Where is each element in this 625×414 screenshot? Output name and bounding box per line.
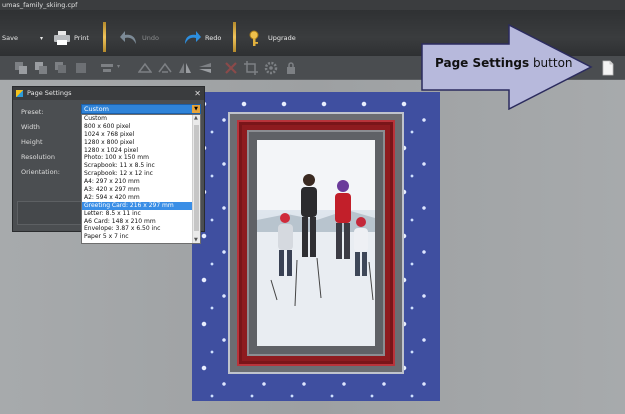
- flip-vertical-icon[interactable]: [198, 61, 212, 75]
- toolbar-separator: [233, 22, 236, 52]
- upgrade-button[interactable]: Upgrade: [248, 28, 296, 48]
- preset-option[interactable]: 800 x 600 pixel: [82, 123, 194, 131]
- photo-frame[interactable]: [228, 112, 404, 374]
- send-to-back-icon[interactable]: [74, 61, 88, 75]
- send-backward-icon[interactable]: [54, 61, 68, 75]
- dialog-title: Page Settings: [27, 89, 72, 97]
- preset-option[interactable]: Scrapbook: 11 x 8.5 inc: [82, 162, 194, 170]
- scrollbar-thumb[interactable]: [194, 125, 199, 231]
- app-logo-icon: [16, 90, 23, 97]
- print-button[interactable]: Print: [54, 28, 89, 48]
- orientation-label: Orientation:: [21, 168, 60, 176]
- preset-option[interactable]: Letter: 8.5 x 11 inc: [82, 210, 194, 218]
- page-settings-button[interactable]: [600, 60, 616, 76]
- preset-selected-value: Custom: [84, 105, 109, 113]
- preset-option[interactable]: A4: 297 x 210 mm: [82, 178, 194, 186]
- family-skiing-image: [257, 140, 375, 346]
- redo-button[interactable]: Redo: [183, 28, 221, 48]
- dialog-titlebar[interactable]: Page Settings ✕: [13, 87, 204, 100]
- callout-label: Page Settings button: [435, 56, 573, 70]
- printer-icon: [54, 31, 70, 45]
- chevron-down-icon[interactable]: ▼: [192, 105, 200, 113]
- preset-option[interactable]: A2: 594 x 420 mm: [82, 194, 194, 202]
- window-title: umas_family_skiing.cpf: [0, 0, 625, 10]
- frame-border: [237, 120, 395, 366]
- scroll-up-icon[interactable]: ▲: [194, 115, 198, 121]
- frame-mat: [247, 130, 385, 356]
- redo-icon: [185, 31, 201, 44]
- preset-option[interactable]: Paper 5 x 7 inc: [82, 233, 194, 241]
- preset-option[interactable]: Custom: [82, 115, 194, 123]
- delete-icon[interactable]: [224, 61, 238, 75]
- rotate-left-icon[interactable]: [138, 61, 152, 75]
- preset-option[interactable]: A6 Card: 148 x 210 mm: [82, 218, 194, 226]
- preset-select[interactable]: Custom ▼: [81, 104, 201, 114]
- print-label: Print: [74, 34, 89, 42]
- save-label: Save: [2, 34, 18, 42]
- save-button[interactable]: Save ▾: [2, 28, 43, 48]
- resolution-label: Resolution: [21, 153, 55, 161]
- preset-option[interactable]: Greeting Card: 216 x 297 mm: [82, 201, 194, 210]
- close-icon[interactable]: ✕: [194, 87, 201, 100]
- redo-label: Redo: [205, 34, 222, 42]
- undo-button[interactable]: Undo: [120, 28, 159, 48]
- undo-icon: [120, 31, 136, 44]
- preset-label: Preset:: [21, 108, 44, 116]
- gear-icon[interactable]: [264, 61, 278, 75]
- key-icon: [249, 30, 259, 46]
- preset-option[interactable]: Photo: 100 x 150 mm: [82, 154, 194, 162]
- upgrade-label: Upgrade: [268, 34, 296, 42]
- crop-icon[interactable]: [244, 61, 258, 75]
- bring-to-front-icon[interactable]: [14, 61, 28, 75]
- preset-option[interactable]: 1024 x 768 pixel: [82, 131, 194, 139]
- dropdown-scrollbar[interactable]: ▲ ▼: [192, 115, 200, 243]
- page-canvas[interactable]: [192, 92, 440, 401]
- preset-option[interactable]: 1280 x 800 pixel: [82, 139, 194, 147]
- align-icon[interactable]: [100, 61, 114, 75]
- height-label: Height: [21, 138, 43, 146]
- preset-option[interactable]: 1280 x 1024 pixel: [82, 147, 194, 155]
- preset-option[interactable]: A3: 420 x 297 mm: [82, 186, 194, 194]
- preset-dropdown-list: Custom 800 x 600 pixel 1024 x 768 pixel 128…: [81, 114, 201, 244]
- lock-icon[interactable]: [284, 61, 298, 75]
- callout-bold-text: Page Settings: [435, 56, 530, 70]
- align-dropdown-icon[interactable]: ▾: [117, 63, 120, 70]
- preset-options: Custom 800 x 600 pixel 1024 x 768 pixel 128…: [82, 115, 194, 241]
- rotate-right-icon[interactable]: [158, 61, 172, 75]
- bring-forward-icon[interactable]: [34, 61, 48, 75]
- scroll-down-icon[interactable]: ▼: [194, 237, 198, 243]
- width-label: Width: [21, 123, 40, 131]
- save-dropdown-icon[interactable]: ▾: [40, 35, 43, 42]
- toolbar-separator: [103, 22, 106, 52]
- callout-arrow: Page Settings button: [421, 24, 625, 110]
- callout-rest-text: button: [529, 56, 573, 70]
- family-photo[interactable]: [257, 140, 375, 346]
- preset-option[interactable]: Scrapbook: 12 x 12 inc: [82, 170, 194, 178]
- undo-label: Undo: [142, 34, 159, 42]
- preset-option[interactable]: Envelope: 3.87 x 6.50 inc: [82, 225, 194, 233]
- flip-horizontal-icon[interactable]: [178, 61, 192, 75]
